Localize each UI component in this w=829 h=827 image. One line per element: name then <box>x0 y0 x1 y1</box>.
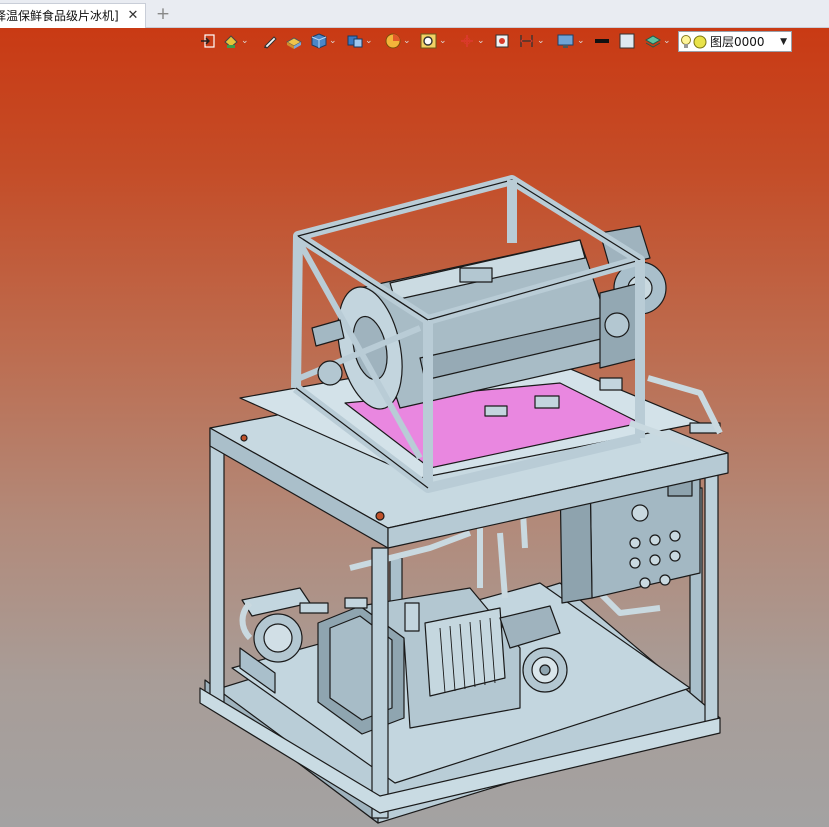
3d-viewport[interactable]: ⌄ ⌄ ⌄ ⌄ ⌄ ⌄ ⌄ ⌄ ⌄ 图层0000 ▼ <box>0 28 829 827</box>
tab-bar: 择温保鲜食品级片冰机] ✕ + <box>0 0 829 28</box>
document-tab[interactable]: 择温保鲜食品级片冰机] ✕ <box>0 3 146 28</box>
frame-post-front-left <box>209 427 225 709</box>
document-tab-label: 择温保鲜食品级片冰机] <box>0 9 119 23</box>
frame-post-front-mid <box>371 547 389 819</box>
close-tab-icon[interactable]: ✕ <box>124 4 142 28</box>
frame-post-front-right <box>704 457 719 724</box>
new-tab-button[interactable]: + <box>154 4 172 24</box>
ice-machine-model <box>199 175 729 824</box>
